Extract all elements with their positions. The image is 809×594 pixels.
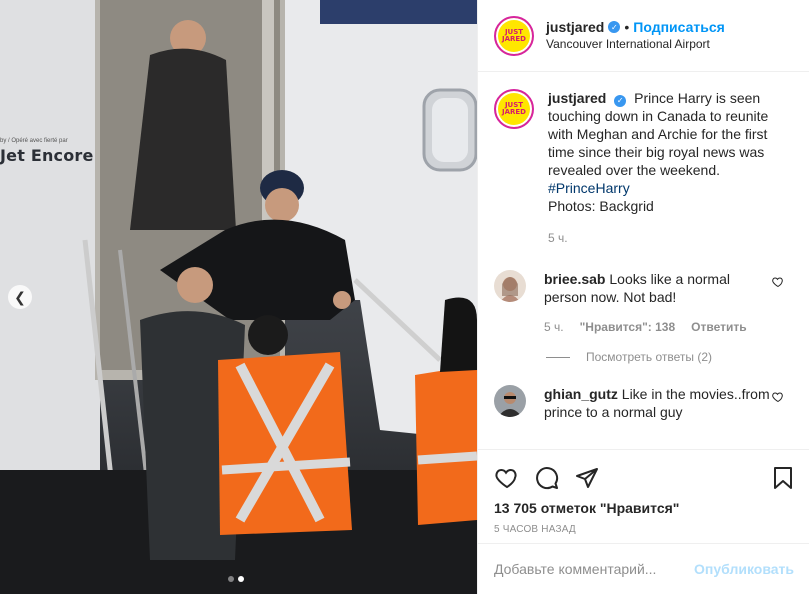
profile-avatar[interactable]: JUST JARED bbox=[494, 15, 534, 56]
comment-avatar[interactable] bbox=[494, 270, 526, 302]
comment-icon bbox=[536, 467, 559, 490]
divider-line bbox=[546, 356, 570, 358]
comment-avatar[interactable] bbox=[494, 385, 526, 417]
comment-heart-icon[interactable] bbox=[772, 391, 784, 406]
add-comment-bar: Опубликовать bbox=[478, 543, 809, 594]
prev-photo-button[interactable]: ❮ bbox=[8, 285, 32, 309]
avatar-logo-text: JUST JARED bbox=[501, 101, 526, 116]
carousel-dot-active bbox=[238, 576, 244, 582]
share-button[interactable] bbox=[574, 465, 600, 491]
comment-item: briee.sab Looks like a normal person now… bbox=[478, 270, 809, 336]
save-button[interactable] bbox=[770, 465, 796, 491]
caption-credit: Photos: Backgrid bbox=[548, 198, 654, 214]
heart-icon bbox=[495, 468, 517, 489]
comment-likes-count[interactable]: "Нравится": 138 bbox=[580, 318, 676, 336]
likes-count[interactable]: 13 705 отметок "Нравится" bbox=[478, 496, 809, 516]
view-replies-label: Посмотреть ответы (2) bbox=[586, 350, 713, 364]
share-icon bbox=[576, 468, 598, 488]
comment-input[interactable] bbox=[494, 561, 695, 577]
photo-scene bbox=[0, 0, 477, 594]
caption-avatar[interactable]: JUST JARED bbox=[494, 89, 534, 129]
reply-button[interactable]: Ответить bbox=[691, 318, 746, 336]
comment-item: ghian_gutz Like in the movies..from prin… bbox=[478, 385, 809, 421]
post-details-panel: JUST JARED justjared ✓ • Подписаться Van… bbox=[477, 0, 809, 594]
comment-avatar-image bbox=[494, 270, 526, 302]
caption-hashtag[interactable]: #PrinceHarry bbox=[548, 179, 794, 197]
verified-icon: ✓ bbox=[608, 21, 621, 33]
post-actions: 13 705 отметок "Нравится" 5 ЧАСОВ НАЗАД bbox=[478, 449, 809, 535]
comments-list[interactable]: JUST JARED justjared ✓ Prince Harry is s… bbox=[478, 73, 809, 449]
location-link[interactable]: Vancouver International Airport bbox=[546, 36, 725, 53]
verified-icon: ✓ bbox=[614, 95, 627, 107]
post-header: JUST JARED justjared ✓ • Подписаться Van… bbox=[478, 0, 809, 72]
fuselage-brand-text: Jet Encore bbox=[0, 146, 94, 165]
post-time-ago[interactable]: 5 ЧАСОВ НАЗАД bbox=[478, 516, 809, 535]
carousel-dot bbox=[228, 576, 234, 582]
comment-username[interactable]: briee.sab bbox=[544, 271, 605, 287]
post-photo[interactable]: by / Opéré avec fierté par Jet Encore ❮ bbox=[0, 0, 477, 594]
comment-button[interactable] bbox=[534, 465, 560, 491]
comment-heart-icon[interactable] bbox=[772, 276, 784, 291]
comment-username[interactable]: ghian_gutz bbox=[544, 386, 618, 402]
comment-time[interactable]: 5 ч. bbox=[544, 318, 564, 336]
carousel-indicator bbox=[228, 576, 244, 582]
avatar-logo-text: JUST JARED bbox=[501, 27, 526, 43]
post-caption: JUST JARED justjared ✓ Prince Harry is s… bbox=[478, 73, 809, 247]
header-username[interactable]: justjared bbox=[546, 19, 604, 36]
follow-button[interactable]: Подписаться bbox=[633, 19, 725, 36]
publish-button[interactable]: Опубликовать bbox=[694, 561, 794, 577]
view-replies-button[interactable]: Посмотреть ответы (2) bbox=[546, 350, 809, 364]
separator-dot: • bbox=[624, 18, 630, 35]
caption-time[interactable]: 5 ч. bbox=[548, 229, 794, 247]
bookmark-icon bbox=[774, 467, 792, 489]
comment-avatar-image bbox=[494, 385, 526, 417]
chevron-left-icon: ❮ bbox=[14, 289, 26, 305]
like-button[interactable] bbox=[494, 465, 520, 491]
fuselage-small-text: by / Opéré avec fierté par bbox=[0, 138, 68, 144]
caption-username[interactable]: justjared bbox=[548, 90, 606, 106]
